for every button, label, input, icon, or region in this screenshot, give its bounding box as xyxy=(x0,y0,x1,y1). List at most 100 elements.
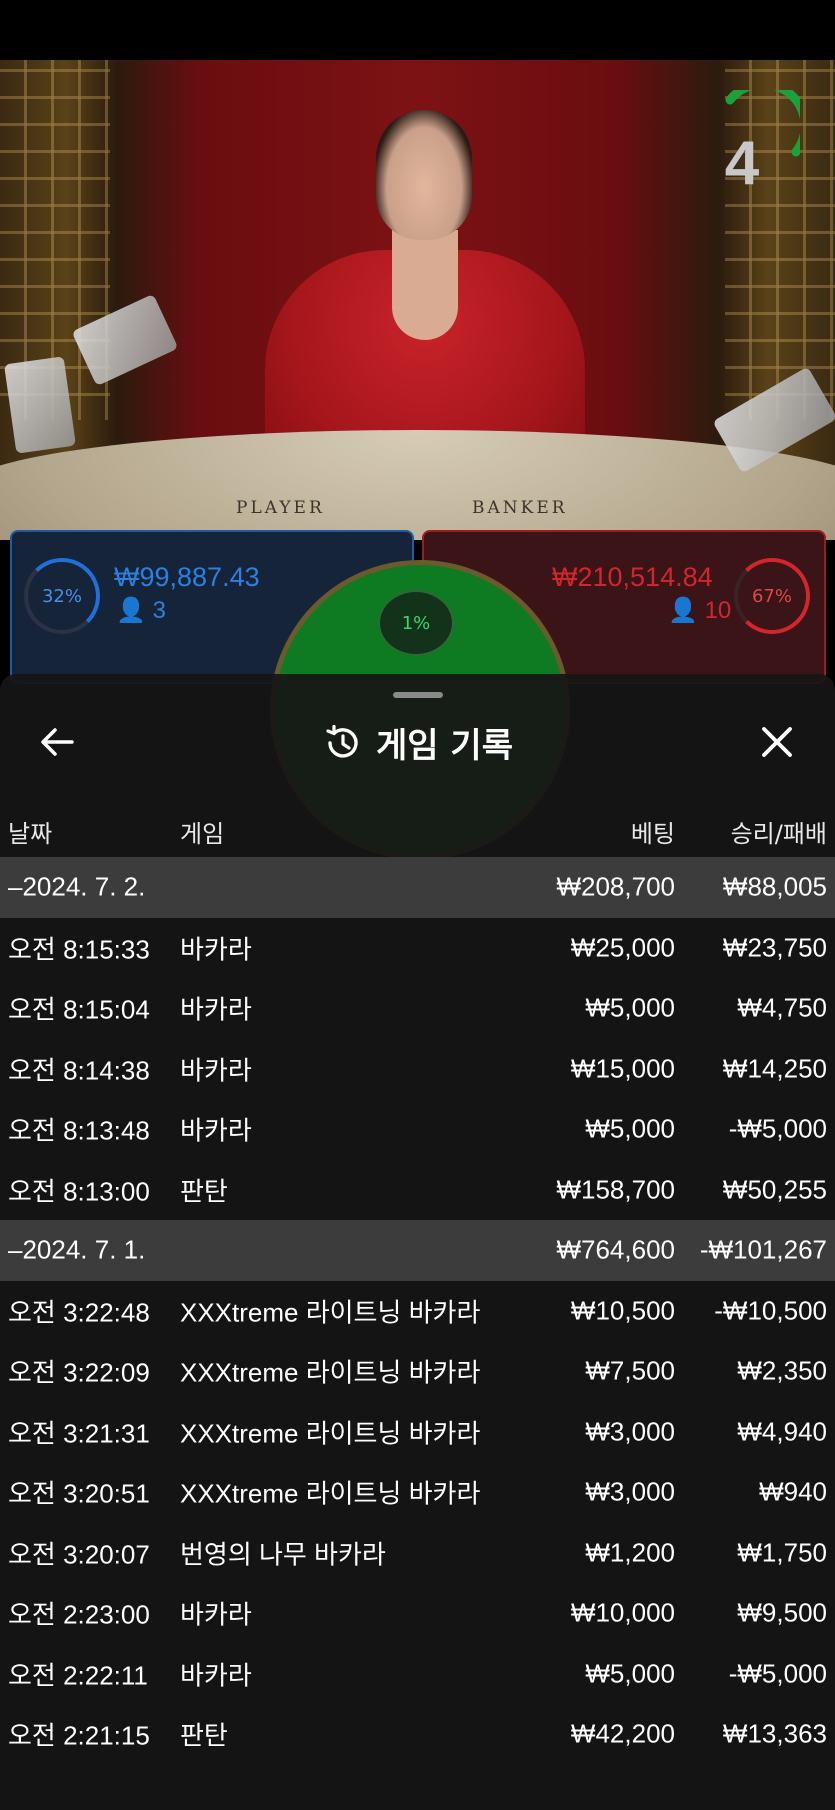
row-time: 오전 2:23:00 xyxy=(8,1599,150,1630)
history-row: 오전 8:15:33 바카라 ₩25,000 ₩23,750 xyxy=(0,918,835,979)
game-history-sheet: 게임 기록 날짜 게임 베팅 승리/패배 –2024. 7. 2. ₩208,70… xyxy=(0,674,835,1810)
row-bet: ₩10,000 xyxy=(570,1597,675,1628)
row-bet: ₩5,000 xyxy=(585,1658,675,1689)
row-result: ₩23,750 xyxy=(722,932,827,963)
row-result: ₩2,350 xyxy=(737,1355,827,1386)
history-table: –2024. 7. 2. ₩208,700 ₩88,005 오전 8:15:33 바카라… xyxy=(0,857,835,1765)
column-header-result: 승리/패배 xyxy=(730,820,827,848)
row-result: ₩13,363 xyxy=(722,1718,827,1749)
history-row: 오전 8:14:38 바카라 ₩15,000 ₩14,250 xyxy=(0,1039,835,1100)
row-result: ₩4,750 xyxy=(737,992,827,1023)
player-percent-ring: 32% xyxy=(24,558,100,634)
row-bet: ₩5,000 xyxy=(585,992,675,1023)
date-group-row[interactable]: –2024. 7. 2. ₩208,700 ₩88,005 xyxy=(0,857,835,918)
row-result: ₩4,940 xyxy=(737,1416,827,1447)
row-bet: ₩15,000 xyxy=(570,1053,675,1084)
row-game: 판탄 xyxy=(180,1176,228,1207)
history-row: 오전 3:21:31 XXXtreme 라이트닝 바카라 ₩3,000 ₩4,940 xyxy=(0,1402,835,1463)
column-header-game: 게임 xyxy=(180,820,225,848)
row-time: 오전 8:15:04 xyxy=(8,994,150,1025)
row-result: -₩5,000 xyxy=(728,1113,827,1144)
row-result: -₩5,000 xyxy=(728,1658,827,1689)
row-result: -₩10,500 xyxy=(714,1295,827,1326)
row-result: ₩940 xyxy=(759,1476,827,1507)
banker-percent-ring: 67% xyxy=(734,558,810,634)
row-time: –2024. 7. 1. xyxy=(8,1234,146,1265)
history-row: 오전 8:15:04 바카라 ₩5,000 ₩4,750 xyxy=(0,978,835,1039)
row-game: 바카라 xyxy=(180,994,252,1025)
user-icon: 👤 xyxy=(116,597,146,624)
player-label: PLAYER xyxy=(236,498,325,518)
history-row: 오전 3:22:48 XXXtreme 라이트닝 바카라 ₩10,500 -₩10,5… xyxy=(0,1281,835,1342)
row-time: 오전 3:22:48 xyxy=(8,1297,150,1328)
card-shoe-left xyxy=(4,356,76,454)
player-count-row: 👤 3 xyxy=(116,596,166,625)
history-row: 오전 3:20:51 XXXtreme 라이트닝 바카라 ₩3,000 ₩940 xyxy=(0,1462,835,1523)
row-game: 바카라 xyxy=(180,934,252,965)
user-icon: 👤 xyxy=(668,597,698,624)
row-bet: ₩5,000 xyxy=(585,1113,675,1144)
close-button[interactable] xyxy=(757,722,797,762)
row-bet: ₩1,200 xyxy=(585,1537,675,1568)
row-result: -₩101,267 xyxy=(699,1234,827,1265)
row-game: XXXtreme 라이트닝 바카라 xyxy=(180,1478,481,1509)
row-game: 판탄 xyxy=(180,1720,228,1751)
row-bet: ₩3,000 xyxy=(585,1476,675,1507)
player-count: 3 xyxy=(152,597,166,624)
history-icon xyxy=(326,724,358,758)
row-bet: ₩3,000 xyxy=(585,1416,675,1447)
history-row: 오전 2:23:00 바카라 ₩10,000 ₩9,500 xyxy=(0,1583,835,1644)
banker-label: BANKER xyxy=(472,498,568,518)
date-group-row[interactable]: –2024. 7. 1. ₩764,600 -₩101,267 xyxy=(0,1220,835,1281)
dealer-neck xyxy=(392,230,458,340)
row-bet: ₩25,000 xyxy=(570,932,675,963)
column-header-date: 날짜 xyxy=(8,820,53,848)
row-bet: ₩208,700 xyxy=(556,871,675,902)
row-result: ₩50,255 xyxy=(722,1174,827,1205)
row-game: 번영의 나무 바카라 xyxy=(180,1539,386,1570)
player-amount: ₩99,887.43 xyxy=(114,562,260,592)
row-bet: ₩42,200 xyxy=(570,1718,675,1749)
history-row: 오전 3:20:07 번영의 나무 바카라 ₩1,200 ₩1,750 xyxy=(0,1523,835,1584)
row-time: 오전 3:20:07 xyxy=(8,1539,150,1570)
history-row: 오전 3:22:09 XXXtreme 라이트닝 바카라 ₩7,500 ₩2,350 xyxy=(0,1341,835,1402)
row-bet: ₩158,700 xyxy=(556,1174,675,1205)
history-row: 오전 8:13:00 판탄 ₩158,700 ₩50,255 xyxy=(0,1160,835,1221)
row-time: 오전 2:21:15 xyxy=(8,1720,150,1751)
row-time: 오전 3:22:09 xyxy=(8,1357,150,1388)
row-result: ₩14,250 xyxy=(722,1053,827,1084)
row-time: 오전 8:13:48 xyxy=(8,1115,150,1146)
sheet-drag-handle[interactable] xyxy=(393,692,443,698)
countdown-timer: 4 xyxy=(724,129,760,198)
banker-count-row: 👤 10 xyxy=(668,596,731,625)
history-row: 오전 8:13:48 바카라 ₩5,000 -₩5,000 xyxy=(0,1099,835,1160)
row-bet: ₩10,500 xyxy=(570,1295,675,1326)
banker-percent: 67% xyxy=(751,585,792,607)
row-game: XXXtreme 라이트닝 바카라 xyxy=(180,1297,481,1328)
row-result: ₩88,005 xyxy=(722,871,827,902)
row-game: 바카라 xyxy=(180,1599,252,1630)
row-game: 바카라 xyxy=(180,1115,252,1146)
tie-percent: 1% xyxy=(401,612,431,634)
row-bet: ₩7,500 xyxy=(585,1355,675,1386)
row-time: 오전 2:22:11 xyxy=(8,1660,148,1691)
close-icon xyxy=(762,727,792,757)
row-time: 오전 3:21:31 xyxy=(8,1418,150,1449)
row-game: XXXtreme 라이트닝 바카라 xyxy=(180,1418,481,1449)
sheet-header: 게임 기록 xyxy=(0,718,835,767)
row-game: 바카라 xyxy=(180,1660,252,1691)
row-game: 바카라 xyxy=(180,1055,252,1086)
table-felt xyxy=(0,430,835,540)
row-time: 오전 3:20:51 xyxy=(8,1478,150,1509)
row-result: ₩1,750 xyxy=(737,1537,827,1568)
row-game: XXXtreme 라이트닝 바카라 xyxy=(180,1357,481,1388)
row-time: 오전 8:13:00 xyxy=(8,1176,150,1207)
banker-amount: ₩210,514.84 xyxy=(552,562,713,592)
tie-percent-ring: 1% xyxy=(378,590,454,656)
column-header-bet: 베팅 xyxy=(630,820,675,848)
history-row: 오전 2:22:11 바카라 ₩5,000 -₩5,000 xyxy=(0,1644,835,1705)
sheet-title: 게임 기록 xyxy=(376,726,513,766)
row-time: 오전 8:14:38 xyxy=(8,1055,150,1086)
history-row: 오전 2:21:15 판탄 ₩42,200 ₩13,363 xyxy=(0,1704,835,1765)
dealer-head xyxy=(376,110,472,240)
